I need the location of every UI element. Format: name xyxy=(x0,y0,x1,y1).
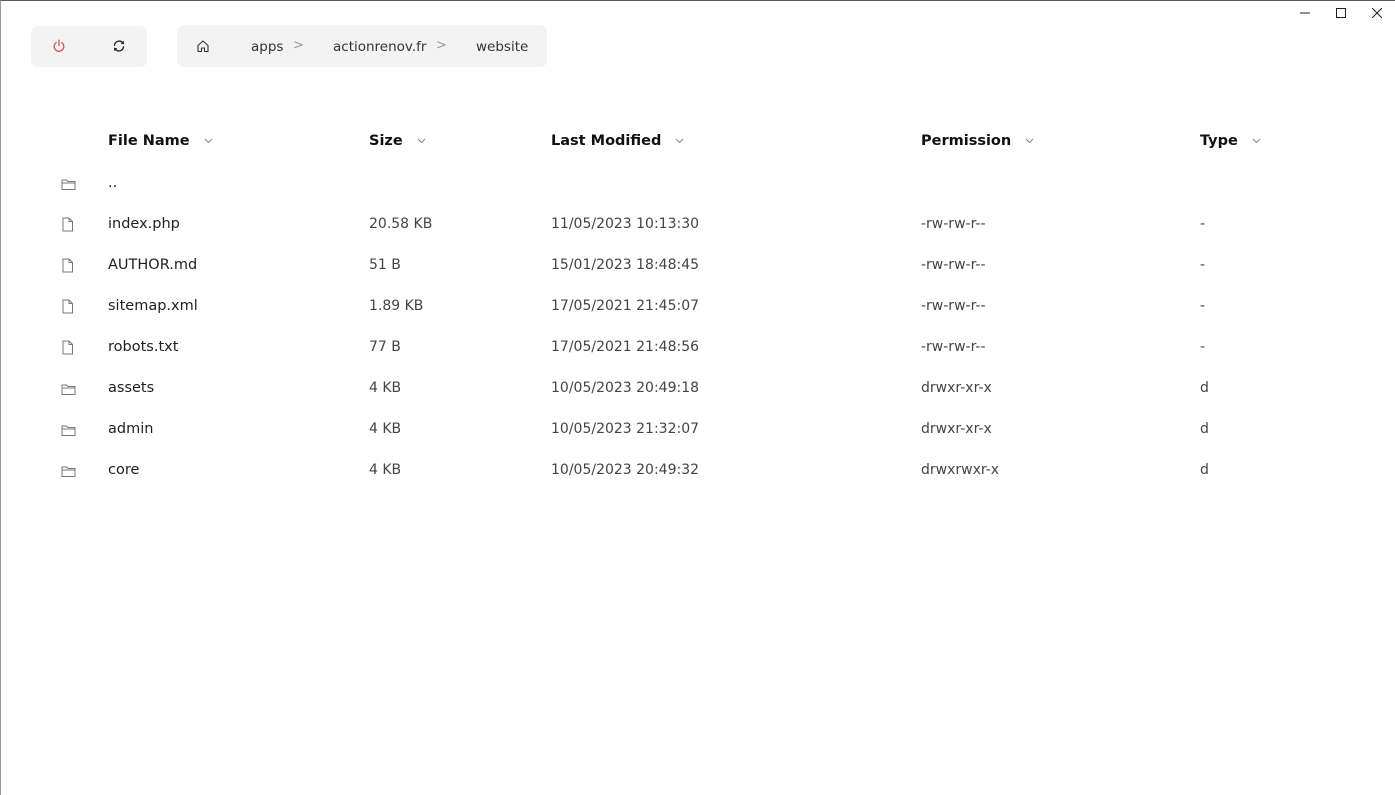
file-size: 77 B xyxy=(369,339,401,355)
chevron-down-icon xyxy=(675,120,684,161)
column-header-last-modified[interactable]: Last Modified xyxy=(551,121,684,162)
chevron-down-icon xyxy=(1252,120,1261,161)
file-table: File Name Size Last Modified Permission … xyxy=(1,121,1395,491)
chevron-down-icon xyxy=(417,120,426,161)
chevron-right-icon: > xyxy=(436,38,447,53)
refresh-icon xyxy=(112,38,126,57)
window-controls xyxy=(1287,1,1395,25)
file-icon xyxy=(61,299,77,315)
file-name: admin xyxy=(108,421,154,437)
column-header-permission[interactable]: Permission xyxy=(921,121,1034,162)
file-size: 20.58 KB xyxy=(369,216,433,232)
file-type: - xyxy=(1200,339,1206,355)
file-manager-window: apps > actionrenov.fr > website File Nam… xyxy=(0,0,1395,795)
close-icon xyxy=(1372,8,1382,18)
column-label: File Name xyxy=(108,133,190,149)
file-type: d xyxy=(1200,380,1209,396)
file-permission: -rw-rw-r-- xyxy=(921,298,986,314)
file-permission: -rw-rw-r-- xyxy=(921,257,986,273)
file-size: 4 KB xyxy=(369,421,402,437)
file-permission: -rw-rw-r-- xyxy=(921,339,986,355)
toolbar xyxy=(31,26,147,67)
file-modified: 10/05/2023 21:32:07 xyxy=(551,421,700,437)
table-row[interactable]: AUTHOR.md 51 B 15/01/2023 18:48:45 -rw-r… xyxy=(1,245,1395,286)
file-name: core xyxy=(108,462,140,478)
file-permission: -rw-rw-r-- xyxy=(921,216,986,232)
table-row[interactable]: admin 4 KB 10/05/2023 21:32:07 drwxr-xr-… xyxy=(1,409,1395,450)
table-row-parent[interactable]: .. xyxy=(1,163,1395,204)
column-header-type[interactable]: Type xyxy=(1200,121,1261,162)
column-label: Type xyxy=(1200,133,1238,149)
minimize-button[interactable] xyxy=(1287,1,1323,25)
folder-icon xyxy=(61,463,77,479)
refresh-button[interactable] xyxy=(110,38,128,56)
close-button[interactable] xyxy=(1359,1,1395,25)
file-size: 4 KB xyxy=(369,462,402,478)
file-icon xyxy=(61,217,77,233)
table-row[interactable]: core 4 KB 10/05/2023 20:49:32 drwxrwxr-x… xyxy=(1,450,1395,491)
file-type: - xyxy=(1200,257,1206,273)
table-row[interactable]: robots.txt 77 B 17/05/2021 21:48:56 -rw-… xyxy=(1,327,1395,368)
column-header-file-name[interactable]: File Name xyxy=(108,121,213,162)
file-modified: 17/05/2021 21:45:07 xyxy=(551,298,700,314)
home-icon[interactable] xyxy=(196,39,212,55)
breadcrumb-item-website[interactable]: website xyxy=(476,39,528,55)
maximize-icon xyxy=(1336,8,1346,18)
file-icon xyxy=(61,258,77,274)
maximize-button[interactable] xyxy=(1323,1,1359,25)
file-permission: drwxr-xr-x xyxy=(921,421,992,437)
column-label: Size xyxy=(369,133,403,149)
minimize-icon xyxy=(1300,8,1310,18)
file-size: 51 B xyxy=(369,257,401,273)
file-name: robots.txt xyxy=(108,339,179,355)
file-name: AUTHOR.md xyxy=(108,257,198,273)
file-size: 1.89 KB xyxy=(369,298,424,314)
file-modified: 15/01/2023 18:48:45 xyxy=(551,257,700,273)
breadcrumb-item-domain[interactable]: actionrenov.fr xyxy=(333,39,426,55)
file-modified: 11/05/2023 10:13:30 xyxy=(551,216,700,232)
file-name: assets xyxy=(108,380,155,396)
table-row[interactable]: index.php 20.58 KB 11/05/2023 10:13:30 -… xyxy=(1,204,1395,245)
breadcrumb: apps > actionrenov.fr > website xyxy=(177,25,547,67)
folder-icon xyxy=(61,422,77,438)
table-row[interactable]: sitemap.xml 1.89 KB 17/05/2021 21:45:07 … xyxy=(1,286,1395,327)
file-permission: drwxrwxr-x xyxy=(921,462,1000,478)
column-label: Last Modified xyxy=(551,133,662,149)
file-type: - xyxy=(1200,216,1206,232)
file-modified: 10/05/2023 20:49:32 xyxy=(551,462,700,478)
power-button[interactable] xyxy=(50,38,68,56)
chevron-right-icon: > xyxy=(293,38,304,53)
column-header-size[interactable]: Size xyxy=(369,121,426,162)
chevron-down-icon xyxy=(1025,120,1034,161)
file-name: .. xyxy=(108,175,118,191)
file-size: 4 KB xyxy=(369,380,402,396)
folder-icon xyxy=(61,176,77,192)
table-row[interactable]: assets 4 KB 10/05/2023 20:49:18 drwxr-xr… xyxy=(1,368,1395,409)
folder-icon xyxy=(61,381,77,397)
file-modified: 10/05/2023 20:49:18 xyxy=(551,380,700,396)
file-modified: 17/05/2021 21:48:56 xyxy=(551,339,700,355)
file-permission: drwxr-xr-x xyxy=(921,380,992,396)
file-type: d xyxy=(1200,462,1209,478)
file-icon xyxy=(61,340,77,356)
column-label: Permission xyxy=(921,133,1012,149)
file-name: sitemap.xml xyxy=(108,298,198,314)
power-icon xyxy=(52,38,66,57)
breadcrumb-item-apps[interactable]: apps xyxy=(251,39,283,55)
chevron-down-icon xyxy=(204,120,213,161)
file-name: index.php xyxy=(108,216,180,232)
table-header: File Name Size Last Modified Permission … xyxy=(1,121,1395,163)
file-type: - xyxy=(1200,298,1206,314)
file-type: d xyxy=(1200,421,1209,437)
